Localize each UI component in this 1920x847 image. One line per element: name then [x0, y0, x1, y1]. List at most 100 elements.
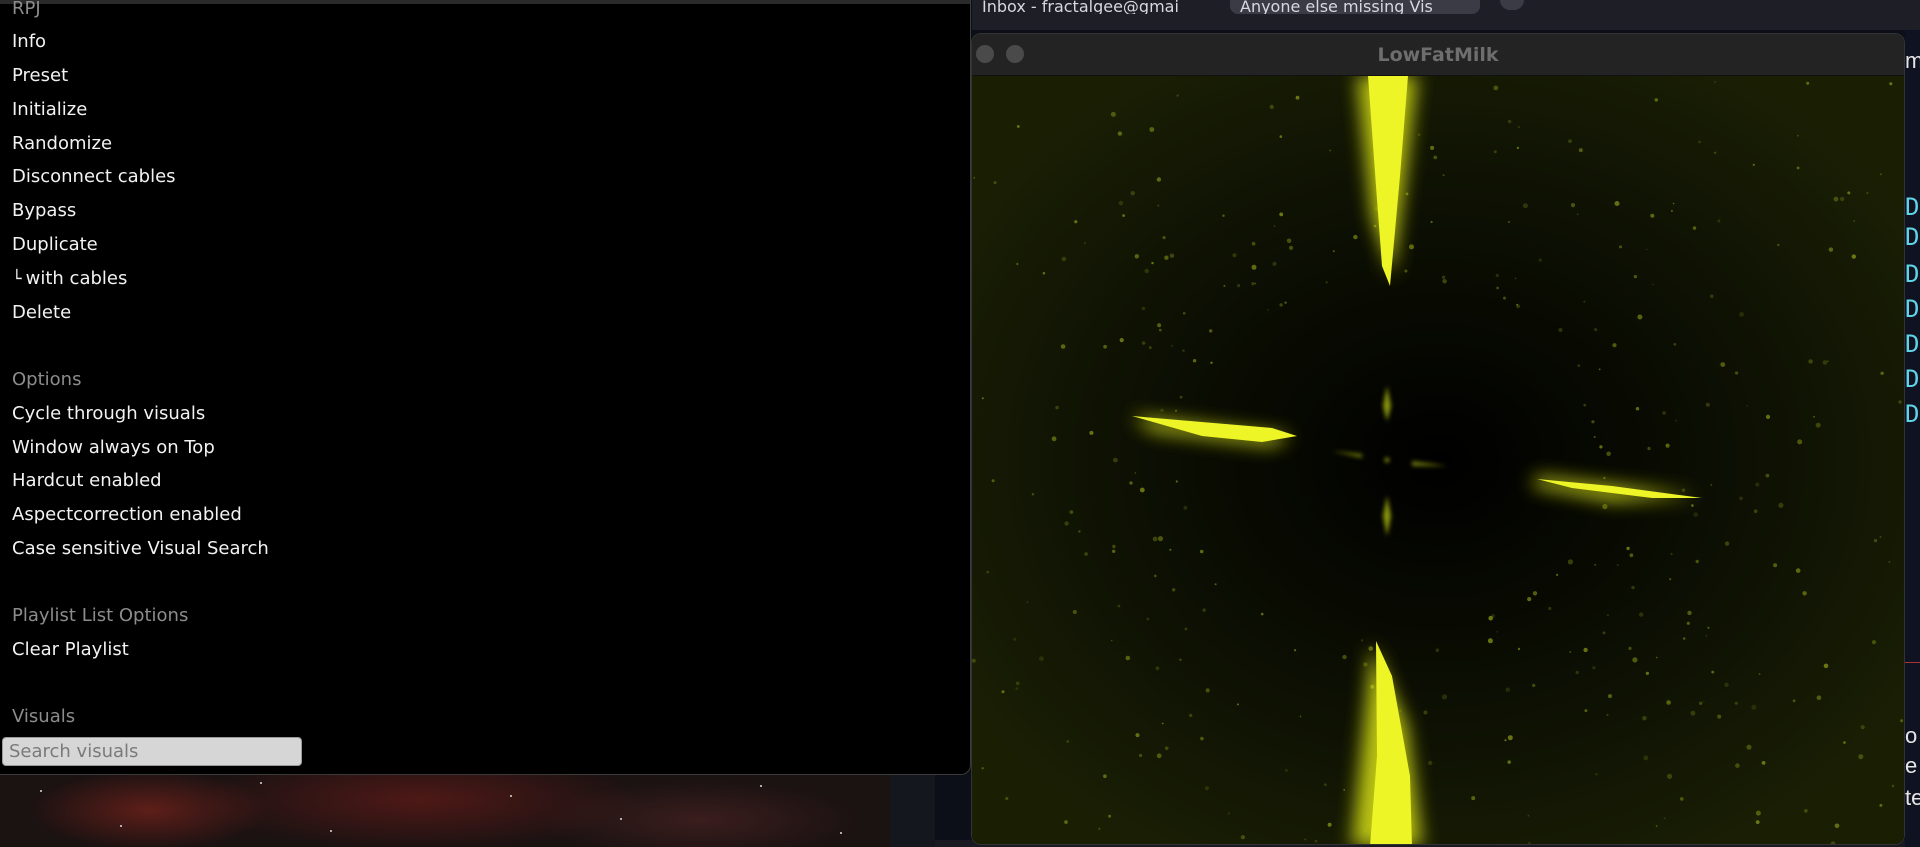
visualizer-particle — [1232, 253, 1237, 258]
visualizer-particle — [1423, 710, 1428, 715]
visualizer-particle — [1442, 279, 1447, 284]
page-fragment: Dc — [1905, 193, 1920, 221]
visualizer-particle — [1654, 98, 1658, 102]
visualizer-particle — [1251, 264, 1257, 270]
visualizer-particle — [1833, 196, 1839, 202]
visualizer-particle — [1134, 254, 1139, 259]
visualizer-particle — [1795, 568, 1801, 573]
visualizer-particle — [1705, 402, 1710, 407]
search-visuals-input[interactable] — [2, 737, 302, 766]
visualizer-particle — [1031, 493, 1035, 496]
menu-item-randomize[interactable]: Randomize — [12, 133, 112, 155]
menu-item-info[interactable]: Info — [12, 31, 46, 53]
visualizer-particle — [1343, 789, 1346, 791]
visualizer-particle — [1578, 148, 1583, 153]
visualizer-particle — [1013, 637, 1017, 641]
visualizer-particle — [1169, 253, 1175, 258]
visualizer-particle — [1645, 248, 1648, 251]
module-context-menu: RPJ Info Preset Initialize Randomize Dis… — [0, 0, 971, 775]
window-titlebar[interactable]: LowFatMilk — [972, 34, 1904, 76]
visualizer-particle — [1288, 245, 1294, 250]
menu-item-delete[interactable]: Delete — [12, 302, 71, 324]
option-window-always-on-top[interactable]: Window always on Top — [12, 437, 215, 459]
visualizer-particle — [1144, 268, 1149, 274]
visualizer-particle — [1681, 488, 1686, 492]
visualizer-particle — [1214, 583, 1217, 586]
visualizer-particle — [1493, 150, 1497, 154]
visualizer-particle — [1172, 588, 1176, 592]
visualizer-particle — [1900, 719, 1903, 723]
visualizer-particle — [1637, 314, 1643, 320]
visualizer-particle — [986, 570, 989, 574]
visualizer-particle — [1650, 213, 1655, 218]
visualizer-particle — [1796, 134, 1799, 137]
visualizer-particle — [1156, 177, 1162, 182]
visualizer-particle — [1629, 553, 1634, 558]
visualizer-particle — [1051, 436, 1057, 442]
browser-tab-inbox[interactable]: Inbox - fractalgee@gmai — [982, 0, 1192, 14]
visualizer-particle — [1692, 226, 1697, 230]
visualizer-particle — [1284, 301, 1287, 304]
visualizer-particle — [1237, 284, 1241, 288]
menu-item-initialize[interactable]: Initialize — [12, 99, 87, 121]
visualizer-particle — [1898, 400, 1902, 404]
menu-item-clear-playlist[interactable]: Clear Playlist — [12, 639, 129, 661]
menu-item-disconnect-cables[interactable]: Disconnect cables — [12, 166, 176, 188]
background-window-edge — [890, 770, 935, 847]
visualizer-particle — [1157, 323, 1162, 328]
option-aspectcorrection-enabled[interactable]: Aspectcorrection enabled — [12, 504, 242, 526]
visualizer-particle — [1670, 553, 1673, 556]
visualizer-particle — [1612, 343, 1617, 348]
visualizer-particle — [1686, 621, 1690, 625]
tab-close-icon[interactable] — [1500, 0, 1524, 10]
visualizer-particle — [1828, 247, 1834, 252]
visualizer-particle — [1739, 312, 1744, 317]
visualizer-particle — [1804, 809, 1808, 813]
visualizer-canvas[interactable] — [972, 76, 1904, 844]
visualizer-particle — [1139, 487, 1145, 493]
visualizer-particle — [1273, 225, 1276, 228]
visualizer-particle — [1570, 203, 1576, 208]
visualizer-particle — [1594, 328, 1598, 332]
visualizer-particle — [1324, 783, 1327, 787]
visualizer-particle — [1428, 760, 1433, 766]
visualizer-particle — [981, 767, 984, 770]
visualizer-particle — [1724, 541, 1730, 546]
visualizer-particle — [1279, 135, 1283, 138]
menu-item-label: with cables — [25, 268, 128, 289]
visualizer-particle — [1294, 649, 1297, 652]
visualizer-particle — [1690, 710, 1696, 716]
visualizer-particle — [1148, 346, 1152, 350]
visualizer-particle — [1192, 359, 1197, 363]
visualizer-particle — [1670, 209, 1673, 212]
visualizer-particle — [1667, 773, 1673, 779]
menu-item-bypass[interactable]: Bypass — [12, 200, 76, 222]
visualizer-particle — [1655, 825, 1658, 827]
visualizer-particle — [991, 479, 995, 483]
visualizer-particle — [1840, 196, 1845, 202]
option-case-sensitive-visual-search[interactable]: Case sensitive Visual Search — [12, 538, 269, 560]
visualizer-particle — [1200, 736, 1204, 741]
visualizer-particle — [1155, 666, 1160, 671]
option-cycle-through-visuals[interactable]: Cycle through visuals — [12, 403, 205, 425]
visualizer-particle — [1761, 761, 1766, 765]
visualizer-particle — [1314, 839, 1318, 843]
menu-header-module-name: RPJ — [12, 0, 41, 19]
visualizer-particle — [1204, 786, 1209, 791]
visualizer-particle — [1592, 666, 1596, 670]
visualizer-particle — [1141, 341, 1146, 345]
menu-item-duplicate[interactable]: Duplicate — [12, 234, 98, 256]
visualizer-particle — [1060, 344, 1066, 349]
visualizer-particle — [1119, 338, 1124, 343]
visualizer-particle — [1680, 797, 1684, 801]
visualizer-particle — [1157, 536, 1164, 542]
visualizer-particle — [1672, 202, 1675, 205]
option-hardcut-enabled[interactable]: Hardcut enabled — [12, 470, 162, 492]
browser-tab-anyone-else[interactable]: Anyone else missing Vis — [1230, 0, 1480, 14]
visualizer-particle — [1164, 255, 1169, 260]
visualizer-particle — [1260, 612, 1264, 616]
visualizer-particle — [1652, 283, 1654, 286]
menu-item-preset[interactable]: Preset — [12, 65, 68, 87]
menu-item-duplicate-with-cables[interactable]: └ with cables — [12, 268, 127, 290]
visualizer-particle — [1435, 648, 1440, 652]
